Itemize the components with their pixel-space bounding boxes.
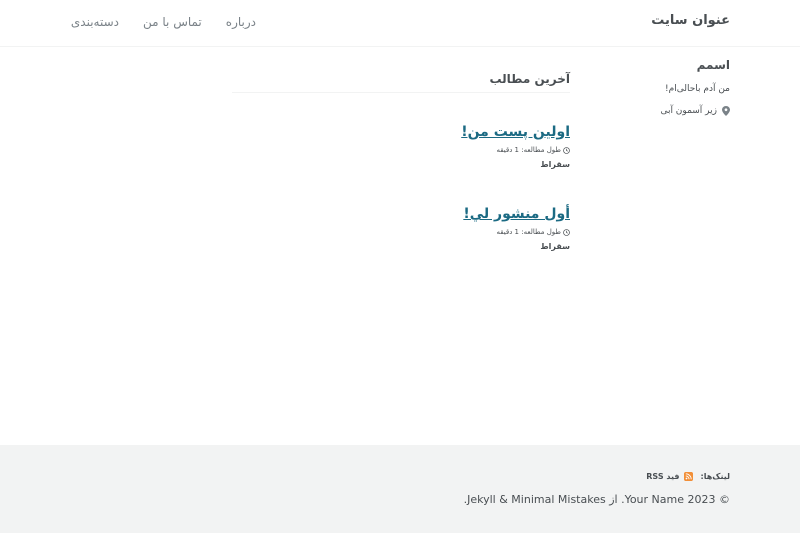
site-title-link[interactable]: عنوان سایت: [651, 13, 730, 28]
nav-item-contact[interactable]: تماس با من: [143, 15, 202, 29]
clock-icon: [563, 146, 570, 154]
post-title-link[interactable]: اولین پست من!: [461, 124, 570, 140]
rss-feed-link[interactable]: فید RSS: [646, 472, 693, 481]
main-nav: درباره تماس با من دسته‌بندی: [71, 15, 256, 29]
masthead: عنوان سایت درباره تماس با من دسته‌بندی: [0, 0, 800, 47]
post-author: سقراط: [540, 242, 570, 251]
reading-time: طول مطالعه: 1 دقیقه: [496, 146, 561, 154]
copyright-text: © 2023 Your Name. از Jekyll & Minimal Mi…: [463, 493, 730, 506]
clock-icon: [563, 228, 570, 236]
author-location: زیر آسمون آبی: [610, 106, 730, 116]
post-author: سقراط: [540, 160, 570, 169]
rss-icon: [683, 472, 693, 481]
footer-links-label: لینک‌ها:: [700, 472, 730, 481]
page-footer: لینک‌ها: فید RSS © 2023 Your Name. از Je…: [0, 445, 800, 533]
recent-posts-title: آخرین مطالب: [232, 72, 570, 93]
reading-time: طول مطالعه: 1 دقیقه: [496, 228, 561, 236]
post-meta: طول مطالعه: 1 دقیقه: [232, 146, 570, 154]
post-item: اولین پست من! طول مطالعه: 1 دقیقه سقراط: [232, 121, 570, 169]
nav-item-categories[interactable]: دسته‌بندی: [71, 15, 119, 29]
post-meta: طول مطالعه: 1 دقیقه: [232, 228, 570, 236]
map-marker-icon: [722, 106, 730, 116]
post-item: أول منشور لي! طول مطالعه: 1 دقیقه سقراط: [232, 203, 570, 251]
post-title-link[interactable]: أول منشور لي!: [463, 206, 570, 222]
author-location-text: زیر آسمون آبی: [660, 106, 717, 116]
nav-item-about[interactable]: درباره: [226, 15, 256, 29]
author-bio: من آدم باحالی‌ام!: [665, 84, 730, 94]
main-content: آخرین مطالب اولین پست من! طول مطالعه: 1 …: [232, 72, 570, 251]
rss-feed-label: فید RSS: [646, 472, 680, 481]
author-name: اسمم: [696, 58, 730, 72]
author-sidebar: اسمم من آدم باحالی‌ام! زیر آسمون آبی: [610, 58, 730, 116]
footer-links: لینک‌ها: فید RSS: [646, 472, 730, 481]
